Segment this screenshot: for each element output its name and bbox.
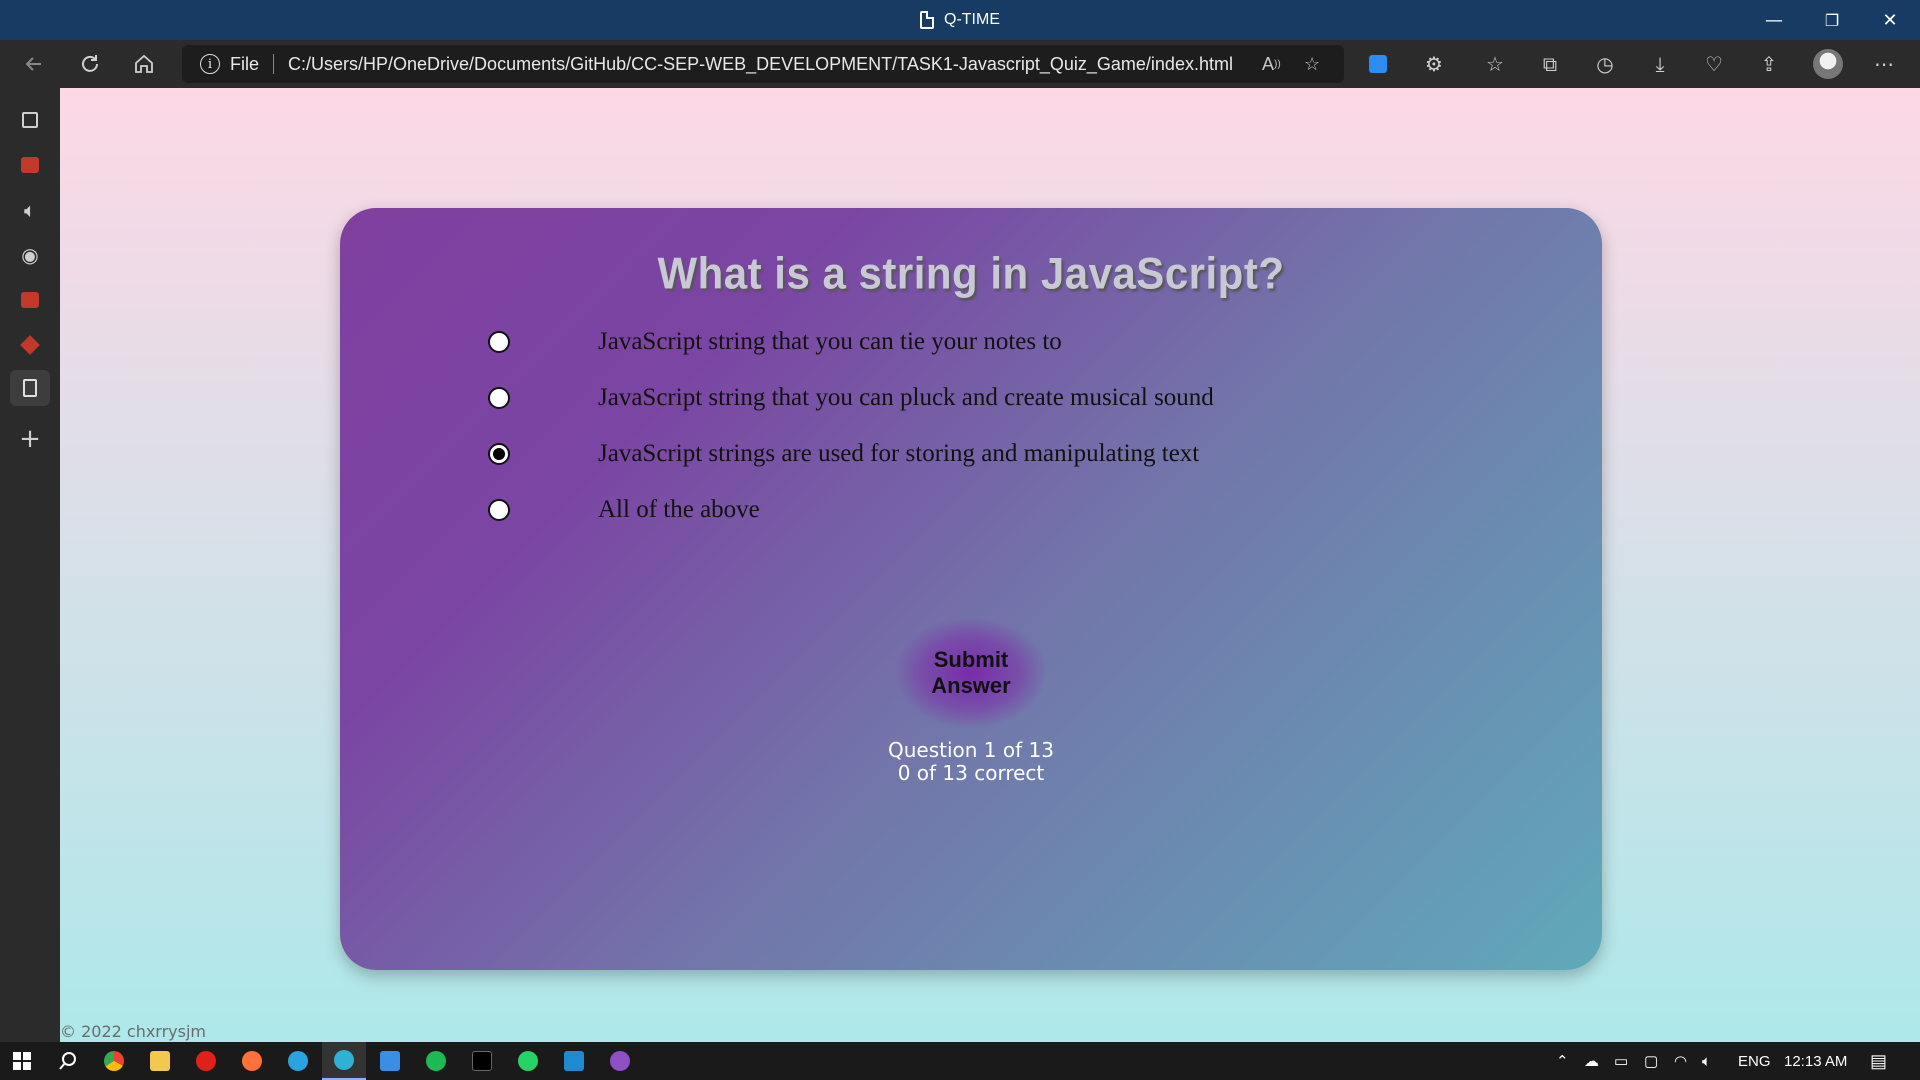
add-icon[interactable]: + (10, 421, 50, 457)
option-1[interactable]: JavaScript string that you can tie your … (488, 322, 1062, 362)
vscode-icon[interactable] (552, 1042, 596, 1080)
extension-icon[interactable] (1360, 46, 1396, 82)
info-icon[interactable]: i (200, 54, 220, 74)
start-icon[interactable] (0, 1042, 44, 1080)
battery-icon[interactable]: ▭ (1614, 1042, 1628, 1080)
share-icon[interactable]: ⇪ (1751, 46, 1787, 82)
history-icon[interactable]: ◷ (1587, 46, 1623, 82)
window-title-bar: Q-TIME — ❐ ✕ (0, 0, 1920, 40)
firefox-icon[interactable] (230, 1042, 274, 1080)
downloads-icon[interactable]: ⤓ (1642, 46, 1678, 82)
collections-icon[interactable]: ⧉ (1532, 46, 1568, 82)
option-2-label[interactable]: JavaScript string that you can pluck and… (598, 384, 1214, 412)
option-2-radio[interactable] (488, 387, 510, 409)
extensions-icon[interactable]: ⚙ (1416, 46, 1452, 82)
window-title-text: Q-TIME (944, 11, 1000, 28)
option-4-radio[interactable] (488, 499, 510, 521)
github-desktop-icon[interactable] (598, 1042, 642, 1080)
address-separator (273, 54, 275, 74)
wifi-icon[interactable]: ◠ (1674, 1042, 1687, 1080)
address-bar[interactable]: i File C:/Users/HP/OneDrive/Documents/Gi… (182, 45, 1344, 83)
copyright-footer: © 2022 chxrrysjm (60, 1022, 207, 1041)
show-hidden-icons[interactable]: ⌃ (1556, 1042, 1569, 1080)
option-3[interactable]: JavaScript strings are used for storing … (488, 434, 1199, 474)
document-icon (920, 11, 934, 29)
performance-icon[interactable]: ♡ (1696, 46, 1732, 82)
telegram-icon[interactable] (276, 1042, 320, 1080)
notifications-icon[interactable]: ▤ (1870, 1042, 1887, 1080)
windows-taskbar: ⌃ ☁ ▭ ▢ ◠ 🔈︎ ENG 12:13 AM ▤ (0, 1042, 1920, 1080)
submit-label: Submit Answer (931, 647, 1011, 698)
file-explorer-icon[interactable] (138, 1042, 182, 1080)
window-title: Q-TIME (0, 0, 1920, 40)
address-prefix: File (230, 53, 260, 74)
option-1-radio[interactable] (488, 331, 510, 353)
onedrive-icon[interactable]: ☁ (1584, 1042, 1599, 1080)
volume-icon[interactable]: 🔈︎ (1702, 1042, 1711, 1080)
option-3-label[interactable]: JavaScript strings are used for storing … (598, 440, 1199, 468)
language-indicator[interactable]: ENG (1738, 1042, 1771, 1080)
edge-icon[interactable] (322, 1042, 366, 1080)
url-text[interactable]: C:/Users/HP/OneDrive/Documents/GitHub/CC… (288, 54, 1233, 75)
option-2[interactable]: JavaScript string that you can pluck and… (488, 378, 1214, 418)
minimize-button[interactable]: — (1746, 0, 1802, 40)
option-4-label[interactable]: All of the above (598, 496, 760, 524)
quiz-card: What is a string in JavaScript? JavaScri… (340, 208, 1602, 970)
browser-toolbar: i File C:/Users/HP/OneDrive/Documents/Gi… (0, 40, 1920, 88)
profile-avatar[interactable] (1813, 49, 1843, 79)
browser-sidebar: 🔈︎ ◉ + (0, 88, 60, 1042)
file-icon[interactable] (10, 370, 50, 406)
option-4[interactable]: All of the above (488, 490, 760, 530)
restore-button[interactable]: ❐ (1804, 0, 1860, 40)
home-icon[interactable] (126, 46, 162, 82)
clock[interactable]: 12:13 AM (1784, 1042, 1847, 1080)
opera-icon[interactable] (184, 1042, 228, 1080)
add-favorite-icon[interactable]: ☆ (1304, 45, 1320, 83)
page-viewport: What is a string in JavaScript? JavaScri… (60, 88, 1920, 1042)
submit-answer-button[interactable]: Submit Answer (896, 618, 1046, 728)
chrome-icon[interactable] (92, 1042, 136, 1080)
tab-actions-icon[interactable] (10, 102, 50, 138)
pdf-icon[interactable] (10, 282, 50, 318)
refresh-icon[interactable] (72, 46, 108, 82)
search-icon[interactable] (46, 1042, 90, 1080)
back-icon[interactable] (16, 46, 52, 82)
audio-icon[interactable]: 🔈︎ (10, 192, 50, 228)
whatsapp-icon[interactable] (506, 1042, 550, 1080)
favorites-icon[interactable]: ☆ (1477, 46, 1513, 82)
more-icon[interactable]: ⋯ (1866, 46, 1902, 82)
score-progress: 0 of 13 correct (897, 761, 1045, 785)
pdf-icon[interactable] (10, 147, 50, 183)
todo-icon[interactable] (368, 1042, 412, 1080)
meet-icon[interactable]: ▢ (1644, 1042, 1658, 1080)
read-aloud-icon[interactable]: A)) (1262, 45, 1281, 83)
question-progress: Question 1 of 13 (888, 738, 1054, 762)
close-button[interactable]: ✕ (1862, 0, 1918, 40)
question-title: What is a string in JavaScript? (657, 248, 1285, 299)
option-1-label[interactable]: JavaScript string that you can tie your … (598, 328, 1062, 356)
github-icon[interactable]: ◉ (10, 237, 50, 273)
git-icon[interactable] (10, 327, 50, 363)
option-3-radio[interactable] (488, 443, 510, 465)
spotify-icon[interactable] (414, 1042, 458, 1080)
terminal-icon[interactable] (460, 1042, 504, 1080)
